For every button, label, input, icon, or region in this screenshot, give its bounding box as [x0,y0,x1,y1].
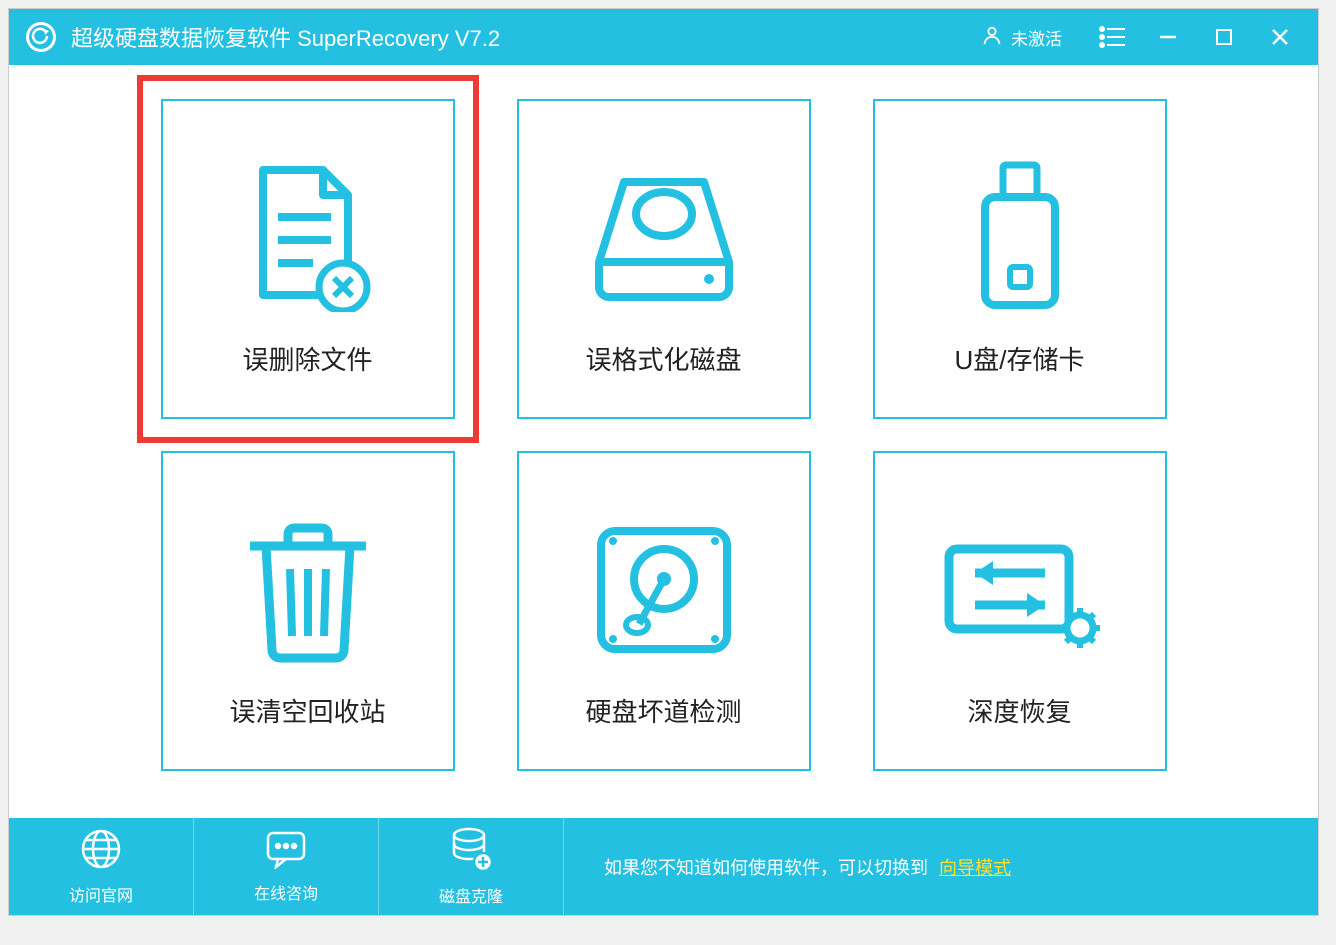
menu-button[interactable] [1084,9,1140,65]
wizard-mode-link[interactable]: 向导模式 [939,858,1011,878]
minimize-button[interactable] [1140,9,1196,65]
options-grid: 误删除文件 误格式化磁盘 [161,99,1167,771]
footer-hint-text: 如果您不知道如何使用软件，可以切换到 [604,858,928,878]
app-window: 超级硬盘数据恢复软件 SuperRecovery V7.2 未激活 [8,8,1319,916]
option-recycle-bin[interactable]: 误清空回收站 [161,451,455,771]
option-label: 深度恢复 [967,692,1071,729]
option-usb-card[interactable]: U盘/存储卡 [873,99,1167,419]
document-delete-icon [243,142,373,332]
option-bad-sector[interactable]: 硬盘坏道检测 [517,451,811,771]
chat-icon [264,829,308,874]
disk-check-icon [589,494,739,684]
activation-button[interactable]: 未激活 [981,24,1062,51]
disk-clone-icon [449,826,493,877]
deep-recover-icon [935,494,1105,684]
titlebar: 超级硬盘数据恢复软件 SuperRecovery V7.2 未激活 [9,9,1318,65]
footer-clone-button[interactable]: 磁盘克隆 [379,818,564,915]
footer-btn-label: 磁盘克隆 [439,883,503,907]
option-label: 误格式化磁盘 [585,340,741,377]
footer: 访问官网 在线咨询 磁盘克隆 如果您不知道如何使用软件，可以切换到 向导模式 [9,818,1318,915]
option-deleted-files[interactable]: 误删除文件 [161,99,455,419]
main-content: 误删除文件 误格式化磁盘 [9,65,1318,818]
footer-website-button[interactable]: 访问官网 [9,818,194,915]
app-logo-icon [25,21,57,53]
maximize-button[interactable] [1196,9,1252,65]
activation-status: 未激活 [1011,25,1062,50]
option-deep-recovery[interactable]: 深度恢复 [873,451,1167,771]
app-title: 超级硬盘数据恢复软件 SuperRecovery V7.2 [71,21,981,53]
option-label: 硬盘坏道检测 [585,692,741,729]
close-button[interactable] [1252,9,1308,65]
usb-icon [975,142,1065,332]
option-label: 误清空回收站 [229,692,385,729]
footer-btn-label: 访问官网 [69,882,133,906]
footer-btn-label: 在线咨询 [254,880,318,904]
footer-chat-button[interactable]: 在线咨询 [194,818,379,915]
footer-hint: 如果您不知道如何使用软件，可以切换到 向导模式 [564,854,1318,880]
option-formatted-disk[interactable]: 误格式化磁盘 [517,99,811,419]
globe-icon [79,827,123,876]
option-label: U盘/存储卡 [954,340,1084,377]
drive-scan-icon [589,142,739,332]
person-icon [981,24,1003,51]
trash-icon [238,494,378,684]
option-label: 误删除文件 [242,340,372,377]
